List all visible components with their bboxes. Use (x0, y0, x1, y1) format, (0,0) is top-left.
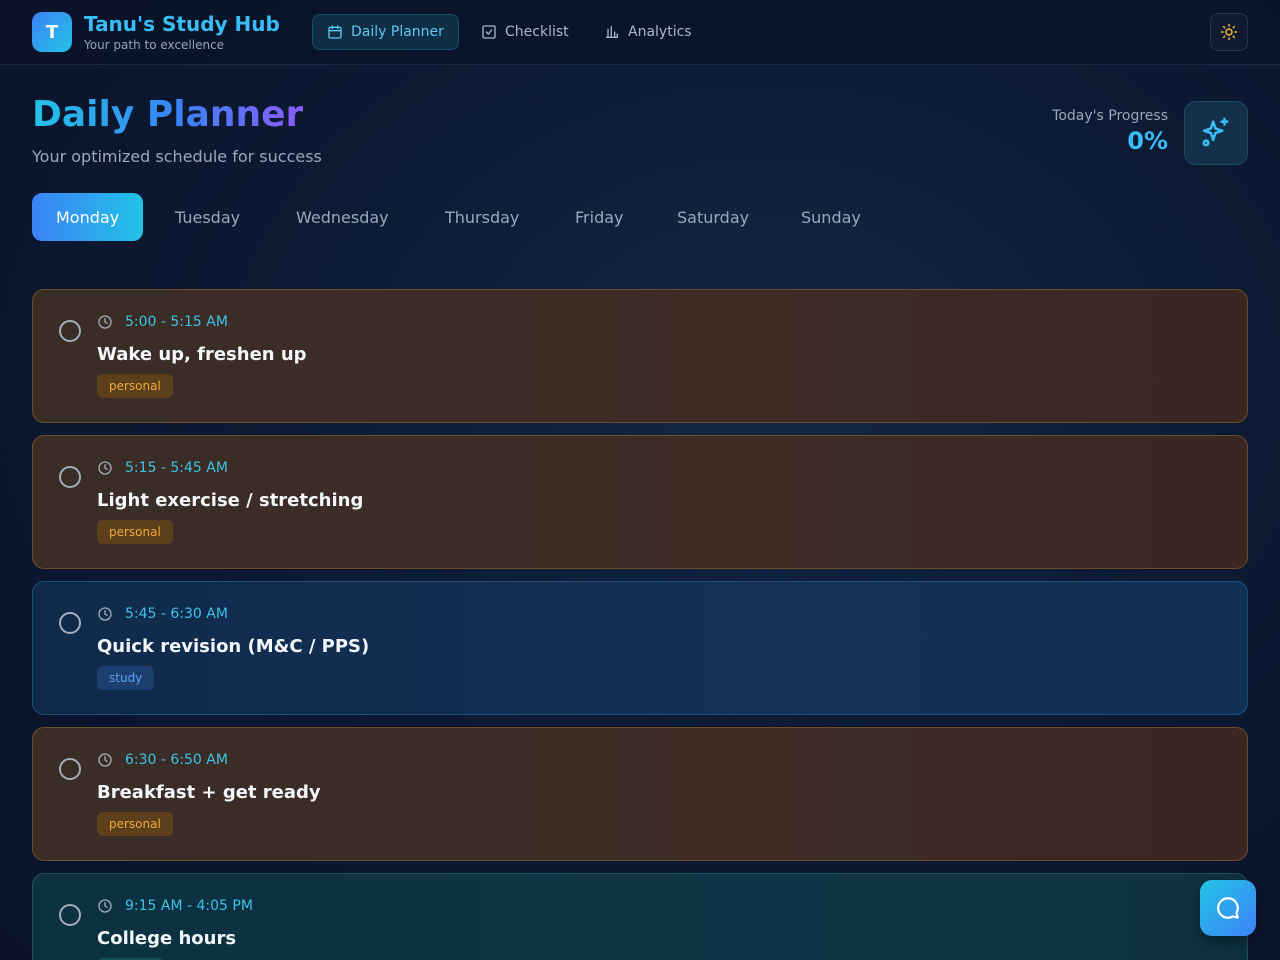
clock-icon (98, 607, 112, 621)
nav-checklist[interactable]: Checklist (467, 14, 583, 50)
task-tag: personal (97, 520, 173, 544)
app-subtitle: Your path to excellence (84, 38, 225, 52)
chat-bubble-icon (1217, 897, 1239, 919)
task-title: Quick revision (M&C / PPS) (97, 636, 370, 657)
nav-daily-planner[interactable]: Daily Planner (312, 14, 459, 50)
task-complete-toggle[interactable] (59, 466, 81, 488)
task-time-text: 5:00 - 5:15 AM (125, 314, 228, 330)
task-tag: personal (97, 374, 173, 398)
progress-badge (1184, 101, 1248, 165)
task-time: 5:00 - 5:15 AM (97, 314, 228, 330)
task-time-text: 9:15 AM - 4:05 PM (125, 898, 253, 914)
task-time: 9:15 AM - 4:05 PM (97, 898, 253, 914)
page-title: Daily Planner (32, 94, 304, 135)
task-card[interactable]: 5:15 - 5:45 AM Light exercise / stretchi… (32, 435, 1248, 569)
task-time: 6:30 - 6:50 AM (97, 752, 228, 768)
day-tab-sunday[interactable]: Sunday (777, 193, 885, 241)
task-tag: study (97, 666, 155, 690)
task-card[interactable]: 6:30 - 6:50 AM Breakfast + get ready per… (32, 727, 1248, 861)
app-logo[interactable]: T (32, 12, 72, 52)
bar-chart-icon (606, 26, 618, 38)
task-time: 5:15 - 5:45 AM (97, 460, 228, 476)
nav-analytics[interactable]: Analytics (590, 14, 706, 50)
task-card[interactable]: 9:15 AM - 4:05 PM College hours college (32, 873, 1248, 960)
nav-label: Analytics (628, 24, 692, 40)
day-tab-thursday[interactable]: Thursday (421, 193, 543, 241)
day-tab-saturday[interactable]: Saturday (653, 193, 773, 241)
clock-icon (98, 753, 112, 767)
task-card[interactable]: 5:45 - 6:30 AM Quick revision (M&C / PPS… (32, 581, 1248, 715)
app-title: Tanu's Study Hub (84, 12, 280, 36)
day-tab-friday[interactable]: Friday (551, 193, 648, 241)
day-tab-monday[interactable]: Monday (32, 193, 144, 241)
clock-icon (98, 461, 112, 475)
sun-icon (1220, 23, 1238, 41)
task-title: Wake up, freshen up (97, 344, 307, 365)
progress-label: Today's Progress (1052, 108, 1168, 124)
page-subtitle: Your optimized schedule for success (32, 147, 322, 166)
clock-icon (98, 315, 112, 329)
task-title: College hours (97, 928, 237, 949)
calendar-icon (328, 25, 342, 39)
task-time-text: 5:45 - 6:30 AM (125, 606, 228, 622)
day-tab-tuesday[interactable]: Tuesday (151, 193, 264, 241)
top-header: T Tanu's Study Hub Your path to excellen… (0, 0, 1280, 65)
sparkles-icon (1202, 117, 1229, 147)
chat-button[interactable] (1200, 880, 1256, 936)
task-complete-toggle[interactable] (59, 758, 81, 780)
nav-label: Daily Planner (351, 24, 444, 40)
task-time-text: 6:30 - 6:50 AM (125, 752, 228, 768)
day-tab-wednesday[interactable]: Wednesday (272, 193, 413, 241)
task-complete-toggle[interactable] (59, 904, 81, 926)
task-complete-toggle[interactable] (59, 320, 81, 342)
task-card[interactable]: 5:00 - 5:15 AM Wake up, freshen up perso… (32, 289, 1248, 423)
task-time: 5:45 - 6:30 AM (97, 606, 228, 622)
task-tag: personal (97, 812, 173, 836)
theme-toggle-button[interactable] (1210, 13, 1248, 51)
nav-label: Checklist (505, 24, 569, 40)
checkbox-icon (482, 25, 496, 39)
task-title: Breakfast + get ready (97, 782, 321, 803)
task-title: Light exercise / stretching (97, 490, 364, 511)
clock-icon (98, 899, 112, 913)
task-time-text: 5:15 - 5:45 AM (125, 460, 228, 476)
progress-value: 0% (1127, 127, 1168, 155)
task-complete-toggle[interactable] (59, 612, 81, 634)
